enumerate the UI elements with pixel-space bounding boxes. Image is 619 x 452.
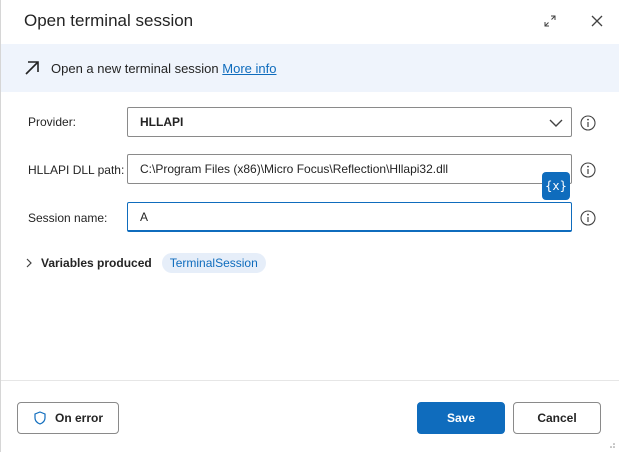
variables-produced-row: Variables produced TerminalSession	[23, 253, 266, 273]
open-terminal-session-dialog: Open terminal session Open a new termina…	[0, 0, 619, 452]
session-name-label: Session name:	[28, 211, 108, 225]
info-banner: Open a new terminal session More info	[1, 44, 619, 92]
footer-divider	[1, 380, 619, 381]
session-name-input[interactable]: A	[127, 202, 572, 232]
provider-dropdown[interactable]: HLLAPI	[127, 107, 572, 137]
shield-icon	[34, 411, 46, 425]
cancel-button[interactable]: Cancel	[513, 402, 601, 434]
provider-label: Provider:	[28, 115, 77, 129]
dll-path-info-icon[interactable]	[580, 162, 596, 178]
dialog-title: Open terminal session	[24, 11, 194, 30]
close-icon	[591, 15, 603, 27]
chevron-right-icon[interactable]	[23, 257, 35, 269]
session-name-info-icon[interactable]	[580, 210, 596, 226]
more-info-link[interactable]: More info	[222, 61, 276, 76]
expand-icon	[544, 15, 556, 27]
dll-path-input[interactable]: C:\Program Files (x86)\Micro Focus\Refle…	[127, 154, 572, 184]
chevron-down-icon	[549, 119, 563, 127]
variables-produced-label: Variables produced	[41, 256, 152, 270]
on-error-button[interactable]: On error	[17, 402, 119, 434]
banner-text: Open a new terminal session More info	[51, 61, 276, 77]
close-button[interactable]	[584, 8, 610, 34]
provider-info-icon[interactable]	[580, 115, 596, 131]
provider-value: HLLAPI	[140, 115, 184, 129]
insert-variable-button[interactable]: {x}	[542, 172, 570, 200]
expand-button[interactable]	[537, 8, 563, 34]
dll-path-value: C:\Program Files (x86)\Micro Focus\Refle…	[140, 162, 449, 176]
save-button[interactable]: Save	[417, 402, 505, 434]
session-name-value: A	[140, 209, 149, 224]
variable-chip[interactable]: TerminalSession	[161, 253, 266, 273]
on-error-label: On error	[54, 411, 103, 425]
banner-description: Open a new terminal session	[51, 61, 219, 76]
arrow-up-right-icon	[25, 61, 39, 75]
resize-grip-icon[interactable]	[607, 440, 615, 448]
dll-path-label: HLLAPI DLL path:	[28, 163, 125, 177]
